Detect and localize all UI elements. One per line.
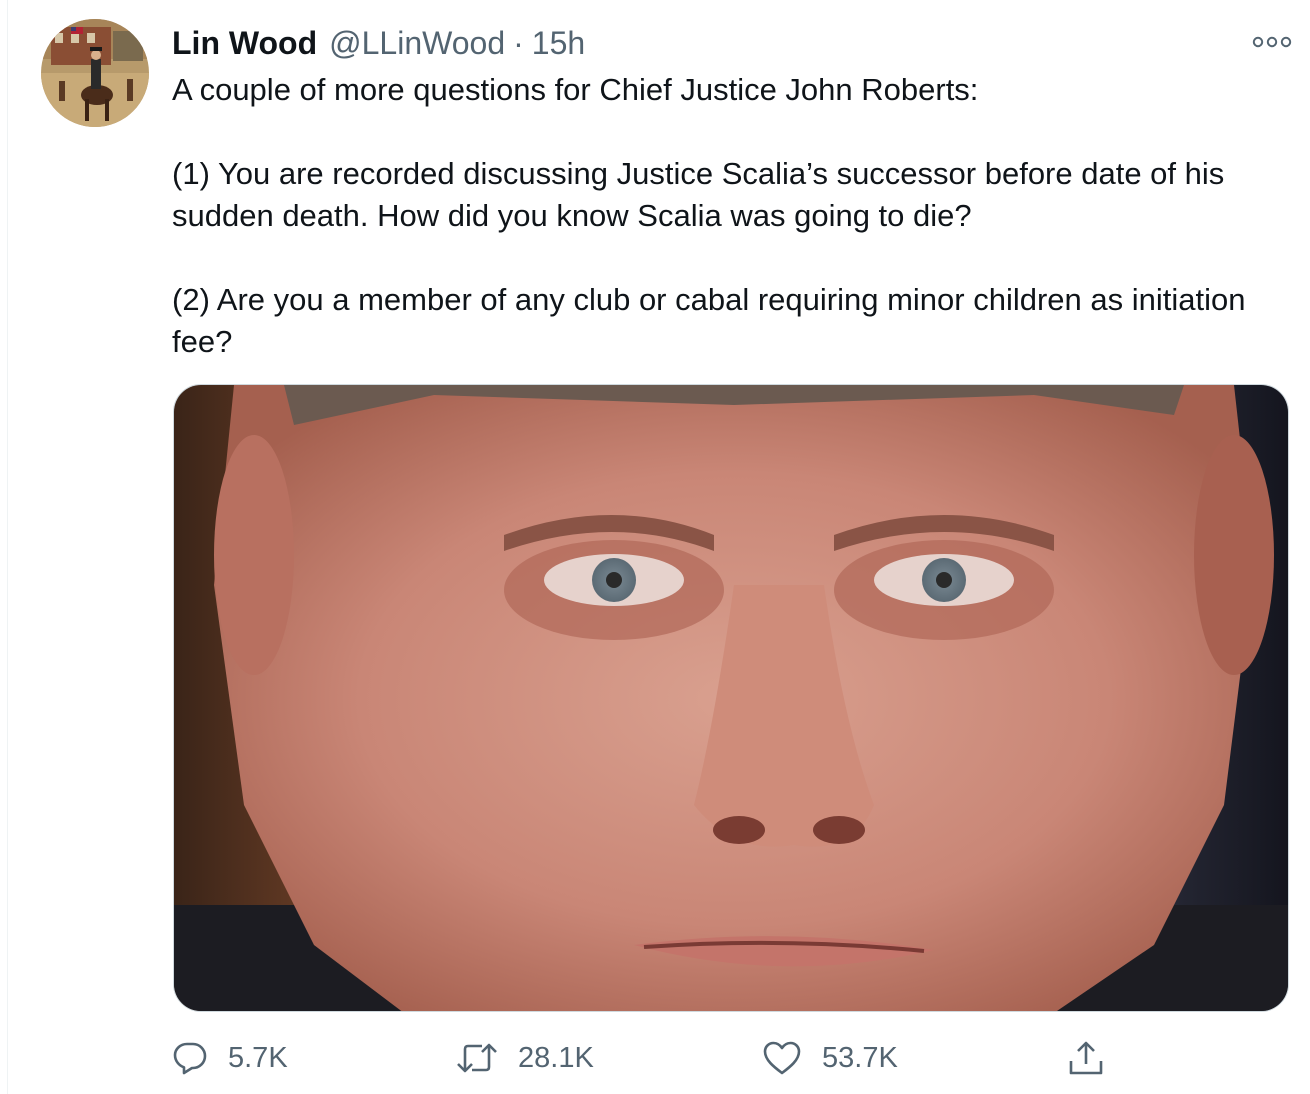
separator-dot: · <box>513 25 524 61</box>
more-button[interactable] <box>1248 28 1296 56</box>
timeline-border <box>7 0 8 1094</box>
reply-count: 5.7K <box>228 1041 288 1074</box>
tweet-paragraph: (1) You are recorded discussing Justice … <box>172 156 1233 233</box>
timestamp[interactable]: 15h <box>532 22 585 64</box>
more-dots-icon <box>1252 36 1292 48</box>
tweet-photo[interactable] <box>173 384 1289 1012</box>
tweet-paragraph: A couple of more questions for Chief Jus… <box>172 72 979 107</box>
retweet-icon <box>456 1041 498 1075</box>
reply-icon <box>172 1040 208 1076</box>
share-icon <box>1068 1039 1104 1077</box>
heart-icon <box>762 1040 802 1076</box>
tweet-text: A couple of more questions for Chief Jus… <box>172 69 1282 363</box>
face-photo <box>174 385 1288 1011</box>
avatar[interactable] <box>41 19 149 127</box>
like-button[interactable]: 53.7K <box>762 1033 898 1083</box>
tweet-header: Lin Wood @LLinWood · 15h <box>172 22 585 64</box>
avatar-painting-icon <box>41 19 149 127</box>
tweet-paragraph: (2) Are you a member of any club or caba… <box>172 282 1255 359</box>
author-handle[interactable]: @LLinWood <box>329 22 505 64</box>
share-button[interactable] <box>1068 1033 1104 1083</box>
author-name[interactable]: Lin Wood <box>172 22 317 64</box>
retweet-button[interactable]: 28.1K <box>456 1033 594 1083</box>
reply-button[interactable]: 5.7K <box>172 1033 288 1083</box>
like-count: 53.7K <box>822 1041 898 1074</box>
retweet-count: 28.1K <box>518 1041 594 1074</box>
tweet-actions: 5.7K 28.1K 53.7K <box>172 1033 1292 1083</box>
